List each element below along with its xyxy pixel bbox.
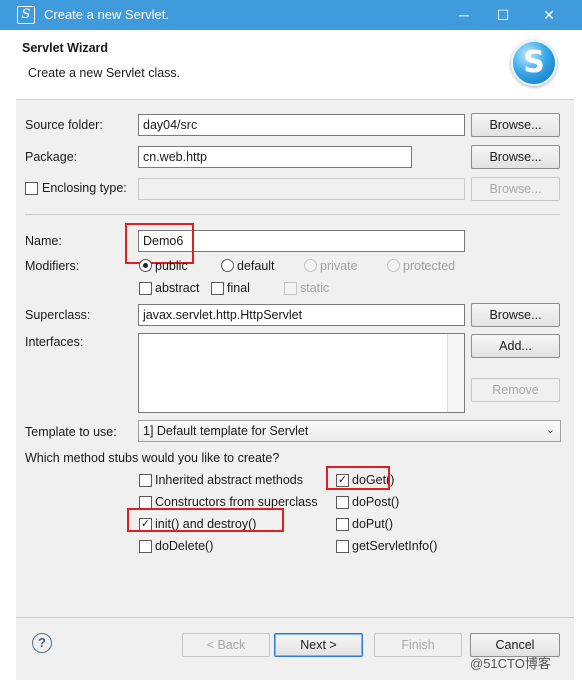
superclass-browse-button[interactable]: Browse...: [471, 303, 560, 327]
default-label: default: [237, 259, 275, 273]
interfaces-list[interactable]: [138, 333, 465, 413]
public-label: public: [155, 259, 188, 273]
minimize-button[interactable]: ─: [452, 3, 476, 27]
doPost-checkbox[interactable]: [336, 496, 349, 509]
protected-label: protected: [403, 259, 456, 273]
public-radio[interactable]: [139, 259, 152, 272]
enclosing-type-checkbox[interactable]: [25, 182, 38, 195]
doDelete-checkbox[interactable]: [139, 540, 152, 553]
next-button[interactable]: Next >: [274, 633, 363, 657]
wizard-header: Servlet Wizard Create a new Servlet clas…: [16, 30, 574, 100]
chevron-down-icon: ⌄: [545, 424, 555, 436]
finish-button[interactable]: Finish: [374, 633, 462, 657]
help-icon[interactable]: ?: [32, 633, 52, 653]
private-radio[interactable]: [304, 259, 317, 272]
superclass-label: Superclass:: [25, 308, 91, 322]
default-radio[interactable]: [221, 259, 234, 272]
doPut-checkbox[interactable]: [336, 518, 349, 531]
name-label: Name:: [25, 234, 62, 248]
private-label: private: [320, 259, 358, 273]
init-destroy-highlight-box: [127, 508, 284, 532]
eclipse-app-icon: S: [17, 6, 35, 24]
source-folder-input[interactable]: day04/src: [138, 114, 465, 136]
watermark: @51CTO博客: [470, 656, 551, 671]
wizard-title: Servlet Wizard: [22, 41, 109, 55]
modifiers-label: Modifiers:: [25, 259, 80, 273]
final-label: final: [227, 281, 250, 295]
maximize-button[interactable]: ☐: [491, 3, 515, 27]
footer-separator: [16, 617, 574, 618]
static-label: static: [300, 281, 330, 295]
package-input[interactable]: cn.web.http: [138, 146, 412, 168]
servlet-logo-icon: S: [511, 40, 557, 86]
interfaces-label: Interfaces:: [25, 335, 84, 349]
window-right-border: [574, 30, 582, 680]
getServletInfo-label: getServletInfo(): [352, 539, 438, 553]
source-folder-browse-button[interactable]: Browse...: [471, 113, 560, 137]
abstract-label: abstract: [155, 281, 200, 295]
template-select[interactable]: 1] Default template for Servlet ⌄: [138, 420, 561, 442]
final-checkbox[interactable]: [211, 282, 224, 295]
package-browse-button[interactable]: Browse...: [471, 145, 560, 169]
name-highlight-box: [125, 223, 194, 264]
window-left-border: [0, 30, 16, 680]
interfaces-scrollbar[interactable]: [447, 334, 464, 412]
title-bar: S Create a new Servlet. ─ ☐ ✕: [0, 0, 582, 30]
template-selected-value: 1] Default template for Servlet: [143, 424, 309, 438]
doGet-highlight-box: [326, 466, 390, 490]
back-button[interactable]: < Back: [182, 633, 270, 657]
window-title: Create a new Servlet.: [44, 7, 170, 22]
package-label: Package:: [25, 150, 78, 164]
inherited-abstract-checkbox[interactable]: [139, 474, 152, 487]
doDelete-label: doDelete(): [155, 539, 214, 553]
protected-radio[interactable]: [387, 259, 400, 272]
enclosing-type-label: Enclosing type:: [42, 181, 127, 195]
abstract-checkbox[interactable]: [139, 282, 152, 295]
template-label: Template to use:: [25, 425, 117, 439]
enclosing-type-input[interactable]: [138, 178, 465, 200]
source-folder-label: Source folder:: [25, 118, 103, 132]
enclosing-type-browse-button[interactable]: Browse...: [471, 177, 560, 201]
inherited-abstract-label: Inherited abstract methods: [155, 473, 303, 487]
close-button[interactable]: ✕: [537, 3, 561, 27]
superclass-input[interactable]: javax.servlet.http.HttpServlet: [138, 304, 465, 326]
stubs-question: Which method stubs would you like to cre…: [25, 451, 280, 465]
add-interface-button[interactable]: Add...: [471, 334, 560, 358]
getServletInfo-checkbox[interactable]: [336, 540, 349, 553]
static-checkbox[interactable]: [284, 282, 297, 295]
wizard-description: Create a new Servlet class.: [28, 66, 181, 80]
constructors-label: Constructors from superclass: [155, 495, 318, 509]
doPost-label: doPost(): [352, 495, 400, 509]
section-separator: [25, 214, 560, 215]
remove-interface-button[interactable]: Remove: [471, 378, 560, 402]
doPut-label: doPut(): [352, 517, 393, 531]
